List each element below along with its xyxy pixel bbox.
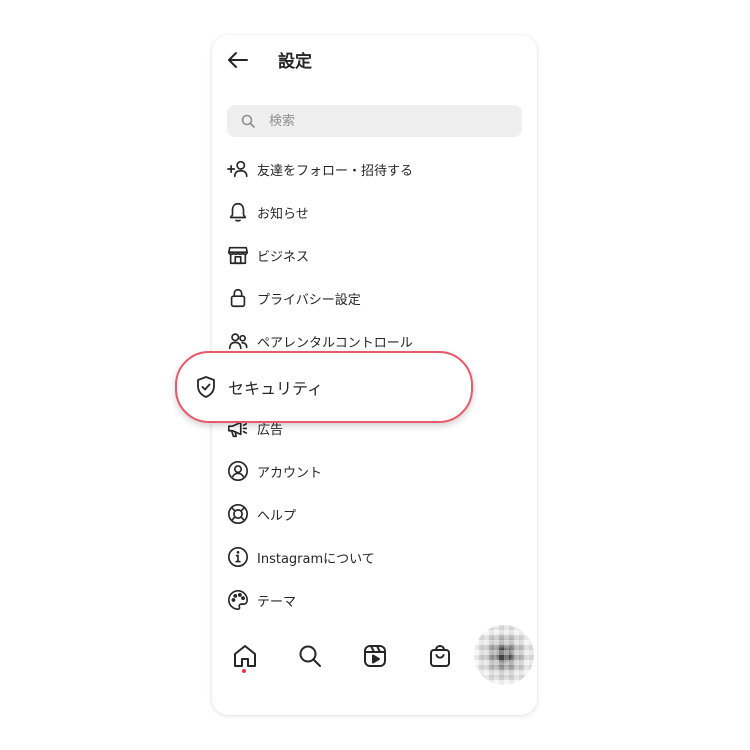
search-icon	[241, 114, 255, 128]
menu-item-theme[interactable]: テーマ	[227, 582, 527, 618]
lock-icon	[230, 288, 246, 308]
home-icon	[234, 645, 256, 667]
search-icon	[299, 645, 321, 667]
notification-dot	[242, 669, 246, 673]
menu-item-label: Instagramについて	[257, 552, 375, 567]
shield-check-icon	[197, 376, 215, 398]
tab-home[interactable]	[232, 643, 258, 669]
tab-reels[interactable]	[362, 643, 388, 669]
header: 設定	[212, 35, 537, 83]
menu-item-label: ビジネス	[257, 250, 310, 265]
menu-item-security[interactable]: セキュリティ	[175, 351, 473, 423]
menu-item-notifications[interactable]: お知らせ	[227, 194, 527, 230]
menu-item-help[interactable]: ヘルプ	[227, 496, 527, 532]
people-icon	[228, 333, 248, 350]
search-bar[interactable]	[227, 105, 522, 137]
shop-icon	[228, 246, 248, 265]
avatar[interactable]	[474, 625, 534, 685]
bell-icon	[229, 202, 247, 222]
tab-shop[interactable]	[427, 643, 453, 669]
menu-item-label: アカウント	[257, 466, 323, 481]
menu-item-label: ペアレンタルコントロール	[257, 336, 413, 351]
info-icon	[228, 547, 248, 567]
bottom-tab-bar	[212, 625, 537, 685]
arrow-left-icon	[228, 52, 248, 68]
back-button[interactable]	[226, 48, 250, 72]
menu-item-label: テーマ	[257, 595, 297, 610]
menu-item-business[interactable]: ビジネス	[227, 237, 527, 273]
shopping-bag-icon	[430, 645, 450, 667]
palette-icon	[228, 590, 248, 610]
search-input[interactable]	[269, 109, 509, 133]
menu-item-follow-invite[interactable]: 友達をフォロー・招待する	[227, 151, 527, 187]
tab-search[interactable]	[297, 643, 323, 669]
menu-item-label: プライバシー設定	[257, 293, 361, 308]
menu-item-privacy[interactable]: プライバシー設定	[227, 280, 527, 316]
lifebuoy-icon	[228, 504, 248, 524]
add-person-icon	[227, 160, 248, 178]
menu-item-label: 友達をフォロー・招待する	[257, 164, 414, 179]
menu-item-account[interactable]: アカウント	[227, 453, 527, 489]
page-title: 設定	[278, 52, 312, 72]
menu-item-label: お知らせ	[257, 207, 309, 222]
menu-item-label: ヘルプ	[257, 509, 297, 524]
menu-item-about[interactable]: Instagramについて	[227, 539, 527, 575]
reels-icon	[364, 645, 386, 667]
account-circle-icon	[228, 461, 248, 481]
menu-item-label: セキュリティ	[228, 379, 324, 398]
